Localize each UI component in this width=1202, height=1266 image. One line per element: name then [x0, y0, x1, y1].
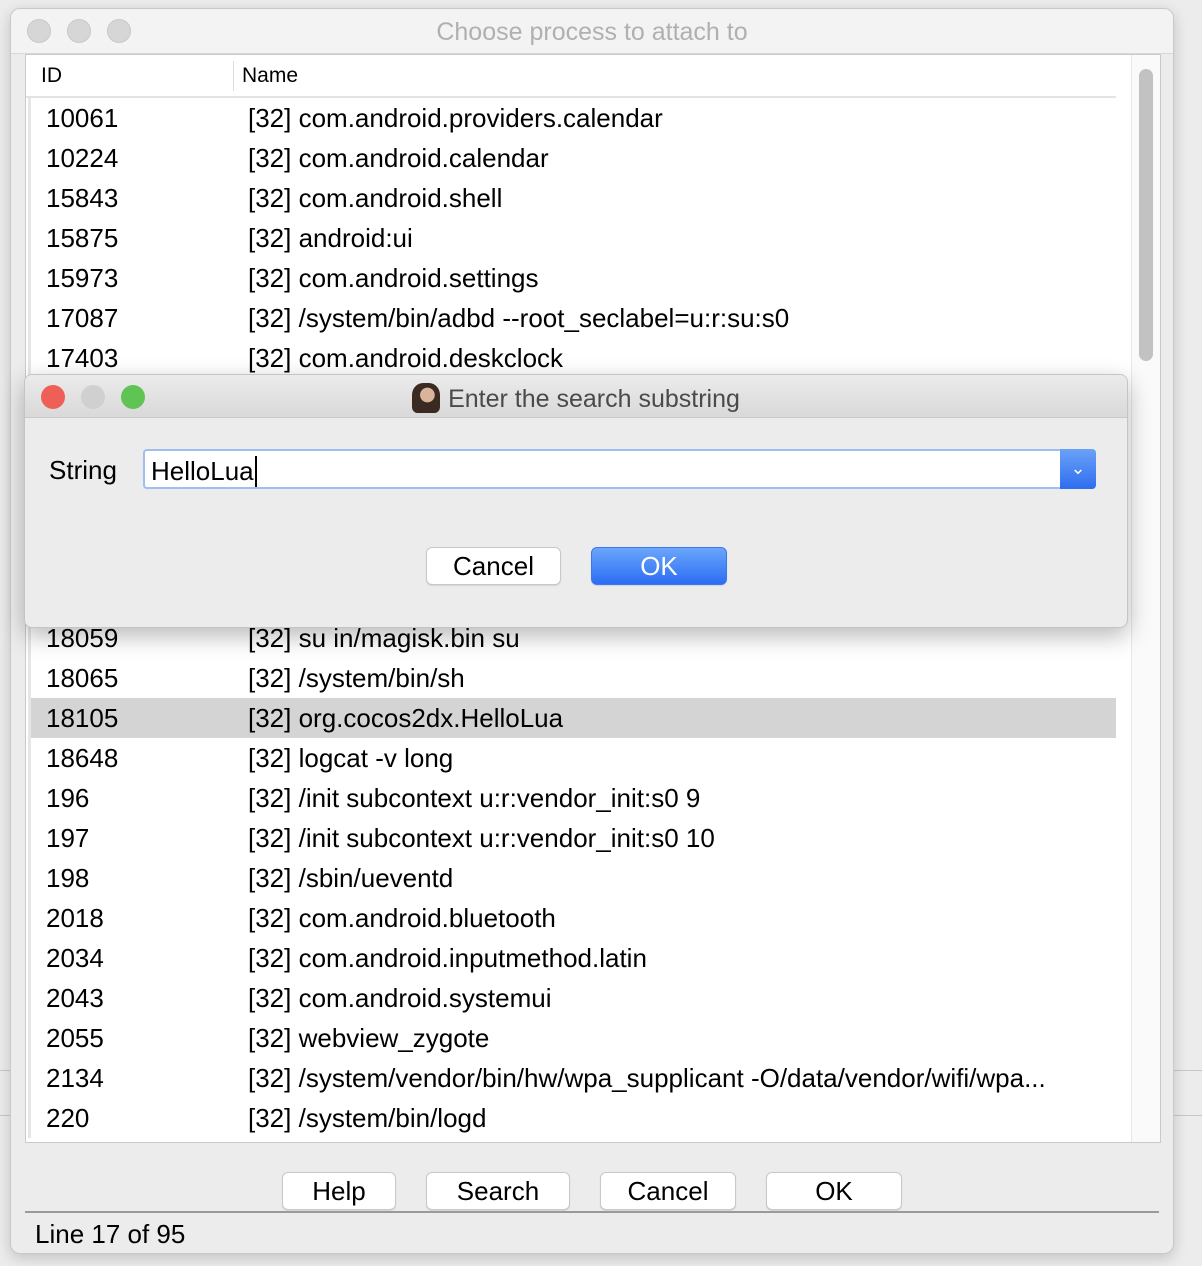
table-row[interactable]: 2055 [32] webview_zygote — [28, 1018, 1116, 1058]
cancel-button[interactable]: Cancel — [600, 1172, 736, 1210]
table-row[interactable]: 2034 [32] com.android.inputmethod.latin — [28, 938, 1116, 978]
process-name: [32] com.android.inputmethod.latin — [248, 943, 647, 973]
process-name: [32] com.android.providers.calendar — [248, 103, 663, 133]
process-name: [32] com.android.bluetooth — [248, 903, 556, 933]
ok-button[interactable]: OK — [766, 1172, 902, 1210]
process-id: 10224 — [46, 143, 119, 173]
dialog-cancel-button[interactable]: Cancel — [426, 547, 561, 585]
process-name: [32] /system/bin/adbd --root_seclabel=u:… — [248, 303, 790, 333]
table-row[interactable]: 220 [32] /system/bin/logd — [28, 1098, 1116, 1138]
process-name: [32] com.android.systemui — [248, 983, 552, 1013]
process-name: [32] com.android.shell — [248, 183, 503, 213]
table-row[interactable]: 15843 [32] com.android.shell — [28, 178, 1116, 218]
process-id: 18065 — [46, 663, 119, 693]
table-row[interactable]: 10224 [32] com.android.calendar — [28, 138, 1116, 178]
chevron-down-icon[interactable]: ⌄ — [1060, 449, 1096, 489]
table-header: ID Name — [26, 55, 1116, 98]
process-id: 220 — [46, 1103, 90, 1133]
table-row[interactable]: 17403 [32] com.android.deskclock — [28, 338, 1116, 378]
process-name: [32] android:ui — [248, 223, 413, 253]
process-id: 15875 — [46, 223, 119, 253]
process-chooser-window: Choose process to attach to ID Name 1006… — [10, 8, 1174, 1254]
process-id: 17403 — [46, 343, 119, 373]
process-id: 10061 — [46, 103, 119, 133]
table-row[interactable]: 2018 [32] com.android.bluetooth — [28, 898, 1116, 938]
app-icon — [412, 383, 441, 413]
process-id: 2055 — [46, 1023, 104, 1053]
process-name: [32] org.cocos2dx.HelloLua — [248, 703, 564, 733]
help-button[interactable]: Help — [282, 1172, 396, 1210]
window-title: Choose process to attach to — [436, 18, 748, 46]
process-id: 196 — [46, 783, 90, 813]
process-id: 2134 — [46, 1063, 104, 1093]
search-dialog: Enter the search substring String HelloL… — [24, 374, 1128, 628]
process-id: 2043 — [46, 983, 104, 1013]
dialog-ok-button[interactable]: OK — [591, 547, 727, 585]
process-name: [32] /system/bin/sh — [248, 663, 465, 693]
status-bar: Line 17 of 95 — [25, 1211, 1159, 1253]
process-id: 18648 — [46, 743, 119, 773]
search-string-input[interactable]: HelloLua — [151, 456, 257, 487]
table-row[interactable]: 2043 [32] com.android.systemui — [28, 978, 1116, 1018]
scrollbar-thumb[interactable] — [1139, 69, 1153, 361]
table-row[interactable]: 198 [32] /sbin/ueventd — [28, 858, 1116, 898]
dialog-title: Enter the search substring — [448, 385, 740, 413]
table-row[interactable]: 18648 [32] logcat -v long — [28, 738, 1116, 778]
column-header-name[interactable]: Name — [242, 64, 298, 88]
search-button[interactable]: Search — [426, 1172, 570, 1210]
process-id: 15973 — [46, 263, 119, 293]
table-row[interactable]: 18065 [32] /system/bin/sh — [28, 658, 1116, 698]
table-row[interactable]: 17087 [32] /system/bin/adbd --root_seclab… — [28, 298, 1116, 338]
column-divider[interactable] — [233, 61, 234, 91]
process-name: [32] /system/bin/logd — [248, 1103, 487, 1133]
process-id: 2018 — [46, 903, 104, 933]
table-row[interactable]: 197 [32] /init subcontext u:r:vendor_init… — [28, 818, 1116, 858]
table-row[interactable]: 196 [32] /init subcontext u:r:vendor_init… — [28, 778, 1116, 818]
process-name: [32] /sbin/ueventd — [248, 863, 454, 893]
column-header-id[interactable]: ID — [41, 64, 62, 88]
process-name: [32] com.android.calendar — [248, 143, 549, 173]
process-name: [32] /init subcontext u:r:vendor_init:s0… — [248, 823, 715, 853]
table-row[interactable]: 15875 [32] android:ui — [28, 218, 1116, 258]
process-id: 15843 — [46, 183, 119, 213]
string-label: String — [49, 455, 117, 485]
process-name: [32] webview_zygote — [248, 1023, 490, 1053]
process-name: [32] logcat -v long — [248, 743, 454, 773]
table-row[interactable]: 18105 [32] org.cocos2dx.HelloLua — [28, 698, 1116, 738]
process-id: 17087 — [46, 303, 119, 333]
process-id: 2034 — [46, 943, 104, 973]
process-name: [32] /init subcontext u:r:vendor_init:s0… — [248, 783, 701, 813]
table-row[interactable]: 10061 [32] com.android.providers.calendar — [28, 98, 1116, 138]
dialog-title-bar: Enter the search substring — [25, 375, 1127, 418]
process-name: [32] com.android.settings — [248, 263, 539, 293]
search-string-combobox[interactable]: HelloLua ⌄ — [143, 449, 1096, 489]
table-row[interactable]: 15973 [32] com.android.settings — [28, 258, 1116, 298]
status-text: Line 17 of 95 — [35, 1219, 186, 1249]
process-id: 198 — [46, 863, 90, 893]
process-id: 18105 — [46, 703, 119, 733]
vertical-scrollbar[interactable] — [1131, 55, 1160, 1142]
process-id: 197 — [46, 823, 90, 853]
title-bar: Choose process to attach to — [11, 9, 1173, 54]
table-row[interactable]: 2134 [32] /system/vendor/bin/hw/wpa_suppl… — [28, 1058, 1116, 1098]
process-name: [32] /system/vendor/bin/hw/wpa_supplican… — [248, 1063, 1046, 1093]
process-name: [32] com.android.deskclock — [248, 343, 564, 373]
